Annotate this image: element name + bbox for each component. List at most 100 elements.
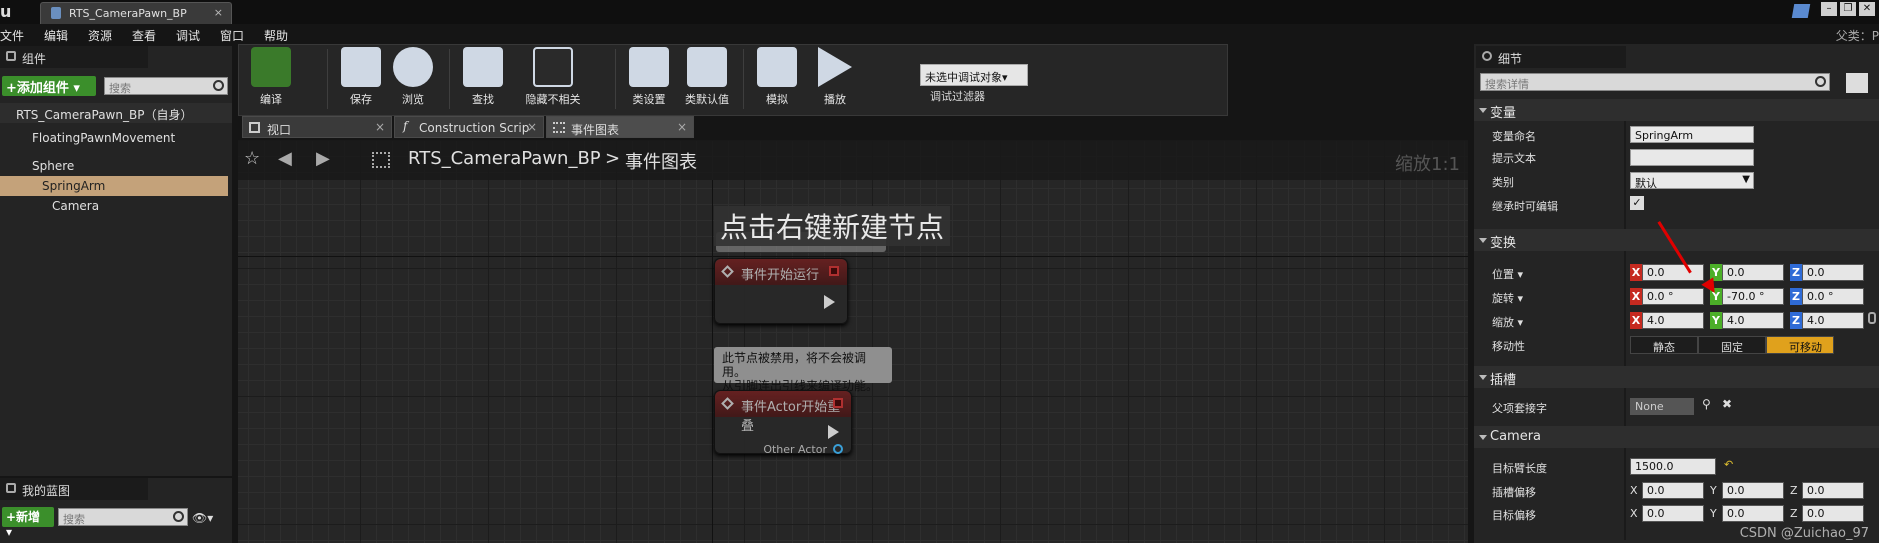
tooltip-input[interactable] [1630, 149, 1754, 166]
axis-z: Z [1790, 288, 1802, 305]
search-icon[interactable]: ⚲ [1702, 397, 1711, 411]
tree-item-floating-pawn-movement[interactable]: FloatingPawnMovement [0, 128, 232, 148]
forward-arrow-icon[interactable]: ▶ [316, 148, 330, 169]
save-label: 保存 [350, 93, 372, 106]
mobility-stationary[interactable]: 固定 [1698, 336, 1766, 354]
mobility-movable[interactable]: 可移动 [1766, 336, 1834, 354]
delegate-pin[interactable] [833, 398, 843, 408]
close-icon[interactable]: × [375, 120, 385, 134]
details-tab[interactable]: 细节 [1476, 46, 1626, 68]
lock-icon[interactable] [1868, 312, 1876, 324]
object-output-pin[interactable] [833, 444, 843, 454]
section-variable[interactable]: 变量 [1474, 99, 1879, 121]
location-label[interactable]: 位置 ▾ [1492, 266, 1523, 282]
class-settings-button[interactable]: 类设置 [619, 47, 679, 113]
find-button[interactable]: 查找 [453, 47, 513, 113]
editable-checkbox[interactable]: ✓ [1630, 196, 1644, 210]
target-offset-y[interactable]: 0.0 [1722, 505, 1784, 522]
rotation-x[interactable]: 0.0 ° [1642, 288, 1704, 305]
mobility-static[interactable]: 静态 [1630, 336, 1698, 354]
category-select[interactable]: 默认 ▼ [1630, 172, 1754, 190]
scale-z[interactable]: 4.0 [1802, 312, 1864, 329]
maximize-icon[interactable]: ❐ [1840, 2, 1856, 16]
event-actor-begin-overlap-node[interactable]: 事件Actor开始重叠 Other Actor [714, 390, 852, 456]
menu-file[interactable]: 文件 [0, 27, 24, 44]
compile-button[interactable]: 编译 [241, 47, 301, 113]
menu-debug[interactable]: 调试 [176, 27, 200, 44]
exec-output-pin[interactable] [824, 295, 835, 309]
debug-object-select[interactable]: 未选中调试对象▾ [920, 64, 1028, 86]
hide-unrelated-button[interactable]: 隐藏不相关 [511, 47, 595, 113]
scale-y[interactable]: 4.0 [1722, 312, 1784, 329]
rotation-label[interactable]: 旋转 ▾ [1492, 290, 1523, 306]
socket-offset-label[interactable]: 插槽偏移 [1492, 484, 1536, 500]
view-options-icon[interactable] [1846, 73, 1868, 93]
delegate-pin[interactable] [829, 266, 839, 276]
blueprint-search-input[interactable]: 搜索 [58, 508, 188, 526]
add-component-button[interactable]: +添加组件 ▾ [2, 76, 96, 96]
parent-socket-field[interactable]: None [1630, 398, 1694, 415]
event-graph-canvas[interactable]: ☆ ◀ ▶ RTS_CameraPawn_BP > 事件图表 缩放1:1 点击右… [238, 140, 1468, 543]
breadcrumb-root[interactable]: RTS_CameraPawn_BP [408, 148, 601, 169]
source-control-icon[interactable] [1791, 4, 1811, 18]
play-button[interactable]: 播放 [805, 47, 865, 113]
save-button[interactable]: 保存 [331, 47, 391, 113]
search-icon[interactable] [213, 80, 224, 91]
location-x[interactable]: 0.0 [1642, 264, 1704, 281]
section-camera[interactable]: Camera [1474, 426, 1879, 448]
components-search-input[interactable]: 搜索 [104, 77, 228, 95]
checklist-icon [687, 47, 727, 87]
socket-offset-z[interactable]: 0.0 [1802, 482, 1864, 499]
location-z[interactable]: 0.0 [1802, 264, 1864, 281]
close-icon[interactable]: × [527, 120, 537, 134]
target-offset-z[interactable]: 0.0 [1802, 505, 1864, 522]
target-offset-label[interactable]: 目标偏移 [1492, 507, 1536, 523]
menu-edit[interactable]: 编辑 [44, 27, 68, 44]
reset-arrow-icon[interactable]: ↶ [1724, 458, 1733, 471]
simulate-button[interactable]: 模拟 [747, 47, 807, 113]
close-icon[interactable]: × [677, 120, 687, 134]
document-tab[interactable]: RTS_CameraPawn_BP × [40, 2, 232, 24]
menu-view[interactable]: 查看 [132, 27, 156, 44]
socket-offset-x[interactable]: 0.0 [1642, 482, 1704, 499]
graph-axis-line [712, 180, 713, 543]
arm-length-input[interactable]: 1500.0 [1630, 458, 1716, 475]
find-label: 查找 [472, 93, 494, 106]
search-icon[interactable] [173, 511, 184, 522]
eye-icon[interactable]: 👁▾ [192, 511, 213, 525]
self-row[interactable]: RTS_CameraPawn_BP（自身） [0, 103, 232, 123]
event-begin-play-node[interactable]: 事件开始运行 [714, 258, 848, 324]
scale-x[interactable]: 4.0 [1642, 312, 1704, 329]
my-blueprint-tab[interactable]: 我的蓝图 [0, 478, 148, 500]
tree-item-camera[interactable]: Camera [0, 196, 232, 216]
browse-button[interactable]: 浏览 [383, 47, 443, 113]
socket-offset-y[interactable]: 0.0 [1722, 482, 1784, 499]
tab-construction-script[interactable]: f Construction Scrip × [394, 116, 544, 138]
class-defaults-button[interactable]: 类默认值 [677, 47, 737, 113]
tab-event-graph[interactable]: 事件图表 × [546, 116, 694, 138]
rotation-z[interactable]: 0.0 ° [1802, 288, 1864, 305]
close-window-icon[interactable]: ✕ [1859, 2, 1875, 16]
tab-viewport[interactable]: 视口 × [242, 116, 392, 138]
close-icon[interactable]: × [214, 6, 223, 19]
tree-item-sphere[interactable]: Sphere [0, 156, 232, 176]
target-offset-x[interactable]: 0.0 [1642, 505, 1704, 522]
menu-asset[interactable]: 资源 [88, 27, 112, 44]
menu-window[interactable]: 窗口 [220, 27, 244, 44]
section-sockets[interactable]: 插槽 [1474, 366, 1879, 388]
star-icon[interactable]: ☆ [244, 148, 260, 169]
menu-help[interactable]: 帮助 [264, 27, 288, 44]
minimize-icon[interactable]: – [1821, 2, 1837, 16]
components-tab[interactable]: 组件 [0, 46, 148, 68]
rotation-y[interactable]: -70.0 ° [1722, 288, 1784, 305]
exec-output-pin[interactable] [828, 425, 839, 439]
scale-label[interactable]: 缩放 ▾ [1492, 314, 1523, 330]
clear-icon[interactable]: ✖ [1722, 397, 1732, 411]
new-button[interactable]: +新增 ▾ [2, 507, 54, 539]
tree-item-springarm[interactable]: SpringArm [0, 176, 228, 196]
details-search-input[interactable]: 搜索详情 [1480, 73, 1830, 91]
search-icon[interactable] [1815, 76, 1826, 87]
location-y[interactable]: 0.0 [1722, 264, 1784, 281]
back-arrow-icon[interactable]: ◀ [278, 148, 292, 169]
var-name-input[interactable]: SpringArm [1630, 126, 1754, 143]
